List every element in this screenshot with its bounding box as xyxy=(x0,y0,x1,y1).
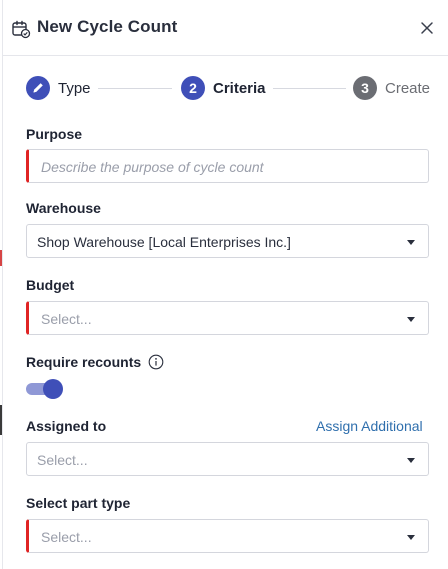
step-connector xyxy=(98,88,172,89)
info-icon[interactable] xyxy=(148,354,164,370)
assigned-to-select[interactable]: Select... xyxy=(26,442,429,476)
chevron-down-icon xyxy=(407,535,415,540)
budget-label: Budget xyxy=(26,277,75,293)
assign-additional-link[interactable]: Assign Additional xyxy=(316,418,423,434)
step-connector xyxy=(273,88,346,89)
part-type-select[interactable]: Select... xyxy=(26,519,429,553)
close-icon[interactable] xyxy=(415,16,439,40)
part-type-placeholder: Select... xyxy=(41,529,92,545)
stepper: Type 2 Criteria 3 Create xyxy=(3,76,448,102)
purpose-placeholder: Describe the purpose of cycle count xyxy=(41,159,264,175)
warehouse-value: Shop Warehouse [Local Enterprises Inc.] xyxy=(37,234,291,250)
step-type-label: Type xyxy=(58,80,91,97)
cycle-count-dialog: New Cycle Count Type 2 Criteria 3 Create… xyxy=(2,0,448,569)
assigned-to-label: Assigned to xyxy=(26,418,107,434)
warehouse-label: Warehouse xyxy=(26,200,101,216)
budget-placeholder: Select... xyxy=(41,311,92,327)
budget-select[interactable]: Select... xyxy=(26,301,429,335)
part-type-label: Select part type xyxy=(26,495,131,511)
chevron-down-icon xyxy=(407,317,415,322)
purpose-label: Purpose xyxy=(26,126,83,142)
chevron-down-icon xyxy=(407,458,415,463)
step-create-label: Create xyxy=(385,80,431,97)
dialog-header: New Cycle Count xyxy=(3,0,448,56)
assigned-to-placeholder: Select... xyxy=(37,452,88,468)
step-create-number: 3 xyxy=(361,80,369,96)
step-criteria-number: 2 xyxy=(189,80,197,96)
require-recounts-label: Require recounts xyxy=(26,354,142,370)
pencil-icon xyxy=(33,83,43,93)
step-criteria-circle[interactable]: 2 xyxy=(181,76,205,100)
dialog-title: New Cycle Count xyxy=(37,17,178,36)
chevron-down-icon xyxy=(407,240,415,245)
toggle-knob xyxy=(43,379,63,399)
require-recounts-toggle[interactable] xyxy=(26,379,64,399)
calendar-check-icon xyxy=(12,20,31,39)
step-criteria-label: Criteria xyxy=(213,80,266,97)
step-create-circle[interactable]: 3 xyxy=(353,76,377,100)
purpose-input[interactable]: Describe the purpose of cycle count xyxy=(26,149,429,183)
step-type-circle[interactable] xyxy=(26,76,50,100)
warehouse-select[interactable]: Shop Warehouse [Local Enterprises Inc.] xyxy=(26,224,429,258)
